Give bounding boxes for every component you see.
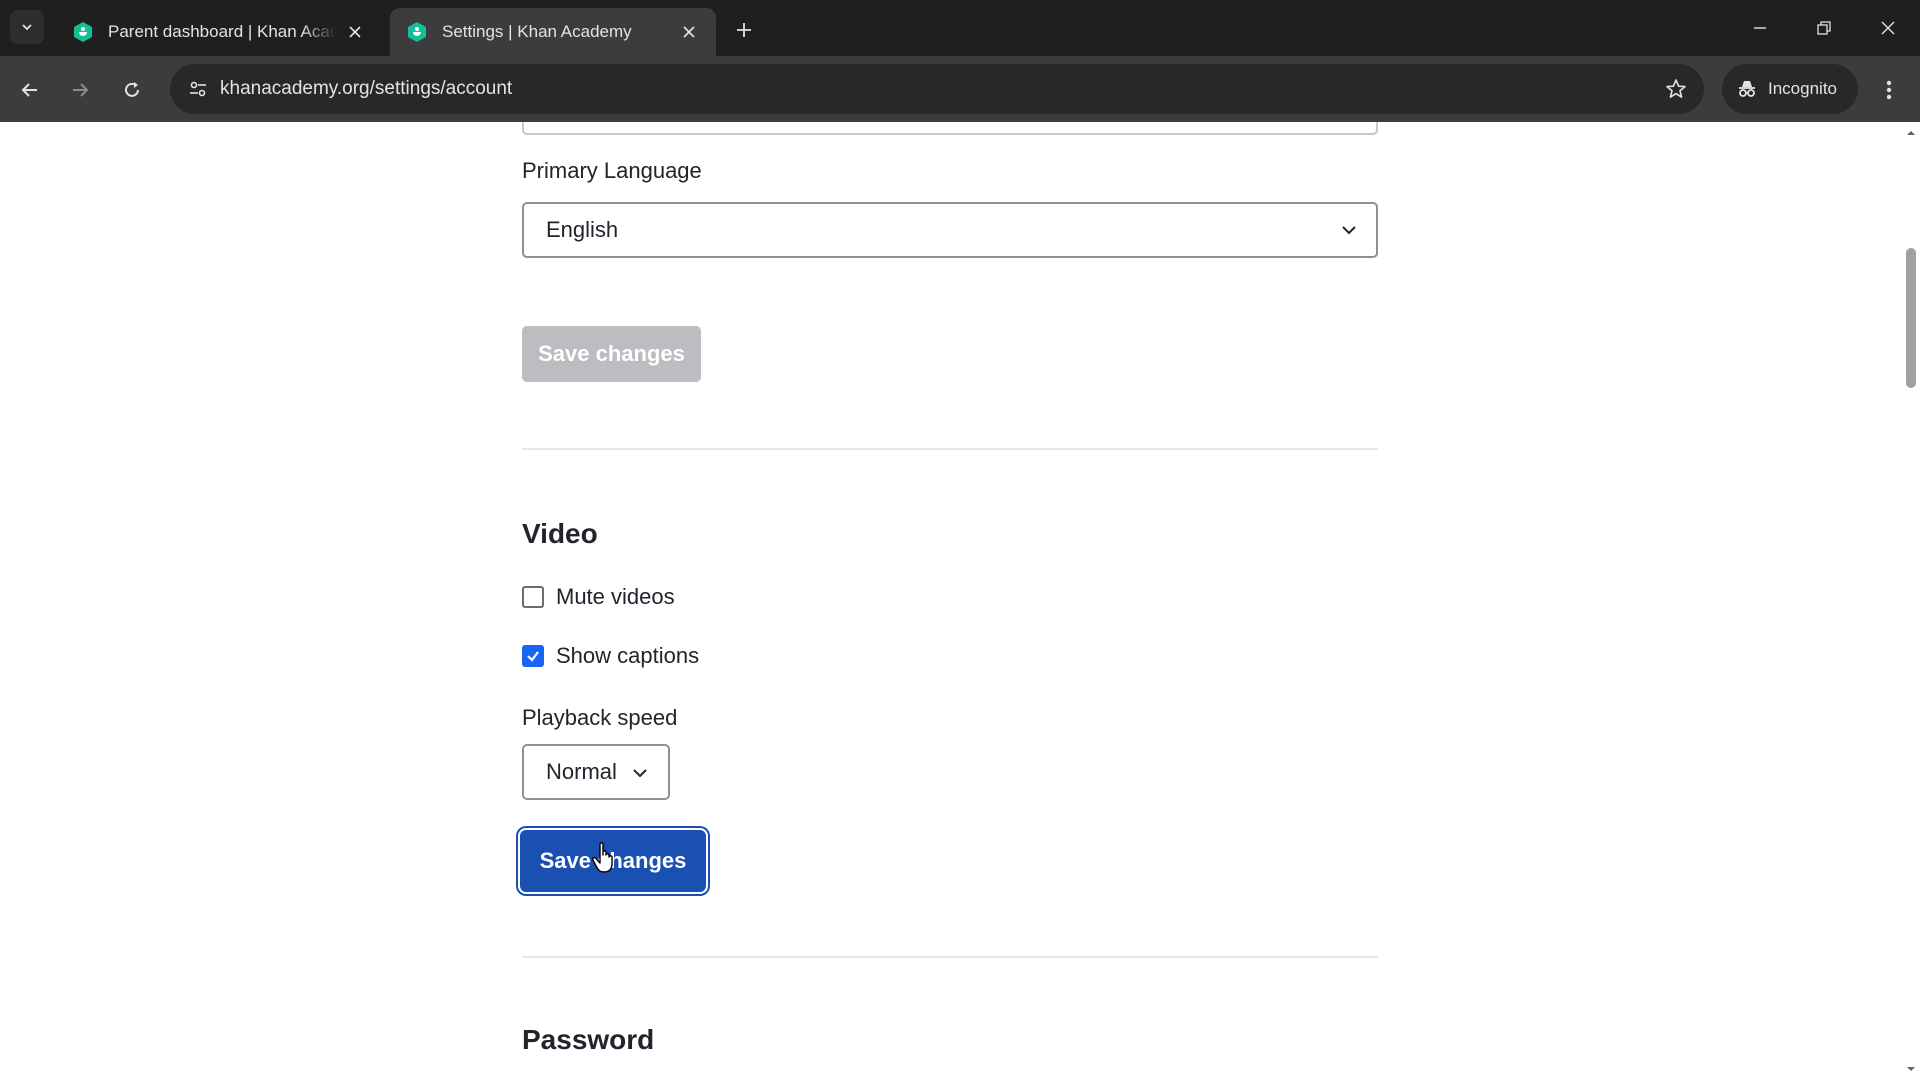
page-scrollbar[interactable] <box>1902 122 1920 1080</box>
section-divider <box>522 448 1378 450</box>
site-info-icon[interactable] <box>182 73 214 105</box>
incognito-icon <box>1739 81 1755 97</box>
minimize-button[interactable] <box>1740 10 1780 46</box>
previous-input-field[interactable] <box>522 122 1378 135</box>
scroll-down-arrow-icon[interactable] <box>1906 1064 1916 1074</box>
playback-speed-select[interactable]: Normal <box>522 744 670 800</box>
new-tab-button[interactable] <box>728 14 760 46</box>
hand-cursor-icon <box>592 842 613 873</box>
tab-parent-dashboard[interactable]: Parent dashboard | Khan Academy <box>56 8 382 56</box>
tab-close-icon[interactable] <box>342 19 368 45</box>
url-text: khanacademy.org/settings/account <box>220 78 513 99</box>
restore-icon <box>1817 21 1831 35</box>
primary-language-label: Primary Language <box>522 158 702 183</box>
chevron-down-icon <box>22 24 32 31</box>
close-window-button[interactable] <box>1868 10 1908 46</box>
scrollbar-thumb[interactable] <box>1906 248 1916 388</box>
tab-search-button[interactable] <box>10 10 44 44</box>
plus-icon <box>737 23 751 37</box>
primary-language-select[interactable]: English <box>522 202 1378 258</box>
browser-menu-button[interactable] <box>1872 72 1906 108</box>
show-captions-option[interactable]: Show captions <box>522 643 699 669</box>
back-button[interactable] <box>12 72 48 108</box>
address-bar[interactable]: khanacademy.org/settings/account <box>170 64 1704 114</box>
minimize-icon <box>1754 27 1766 29</box>
mute-videos-checkbox[interactable] <box>522 586 544 608</box>
close-icon <box>1881 21 1895 35</box>
scroll-up-arrow-icon[interactable] <box>1906 128 1916 138</box>
reload-button[interactable] <box>114 72 150 108</box>
forward-button[interactable] <box>62 72 98 108</box>
tab-title: Settings | Khan Academy <box>442 22 632 41</box>
save-language-button[interactable]: Save changes <box>522 326 701 382</box>
restore-button[interactable] <box>1804 10 1844 46</box>
primary-language-value: English <box>546 217 619 242</box>
settings-page: Primary Language English Save changes Vi… <box>0 122 1920 1080</box>
browser-tab-bar: Parent dashboard | Khan Academy Settings… <box>0 0 1920 56</box>
arrow-right-icon <box>73 83 89 97</box>
incognito-label: Incognito <box>1768 79 1837 98</box>
tab-title: Parent dashboard | Khan Academy <box>108 22 336 41</box>
mute-videos-option[interactable]: Mute videos <box>522 584 675 610</box>
show-captions-label: Show captions <box>556 643 700 668</box>
video-section-heading: Video <box>522 518 598 549</box>
incognito-indicator[interactable]: Incognito <box>1722 64 1858 114</box>
chevron-down-icon <box>1342 226 1356 235</box>
chevron-down-icon <box>633 769 647 778</box>
playback-speed-label: Playback speed <box>522 705 678 730</box>
browser-toolbar: khanacademy.org/settings/account Incogni… <box>0 56 1920 122</box>
section-divider <box>522 956 1378 958</box>
more-vert-icon <box>1886 80 1892 100</box>
playback-speed-value: Normal <box>546 759 617 784</box>
mute-videos-label: Mute videos <box>556 584 675 609</box>
reload-icon <box>125 82 139 97</box>
tab-settings[interactable]: Settings | Khan Academy <box>390 8 716 56</box>
khan-academy-favicon-icon <box>408 22 426 42</box>
khan-academy-favicon-icon <box>74 22 92 42</box>
show-captions-checkbox[interactable] <box>522 645 544 667</box>
checkmark-icon <box>527 651 539 662</box>
arrow-left-icon <box>21 83 37 97</box>
bookmark-star-icon[interactable] <box>1662 75 1690 103</box>
tab-close-icon[interactable] <box>676 19 702 45</box>
password-section-heading: Password <box>522 1024 655 1055</box>
